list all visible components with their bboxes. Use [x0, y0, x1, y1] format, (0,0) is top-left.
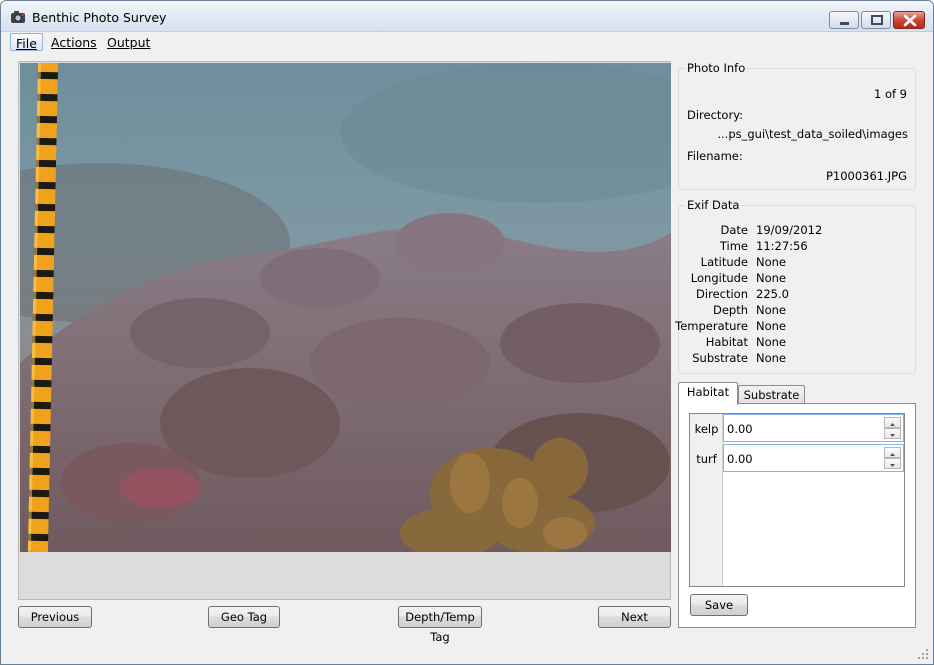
exif-label: Longitude	[690, 271, 748, 285]
minimize-button[interactable]	[829, 11, 859, 29]
photo-viewer	[18, 61, 671, 600]
habitat-panel: kelp 0.00 turf 0.00 Save	[678, 403, 916, 628]
save-button[interactable]: Save	[690, 594, 748, 616]
exif-value: None	[756, 335, 787, 349]
kelp-stepper[interactable]	[884, 417, 901, 439]
exif-label: Latitude	[700, 255, 748, 269]
menu-actions-label: Actions	[51, 35, 97, 50]
resize-grip-icon[interactable]	[917, 648, 929, 660]
exif-label: Habitat	[705, 335, 748, 349]
exif-value: 19/09/2012	[756, 223, 823, 237]
exif-value: 11:27:56	[756, 239, 808, 253]
maximize-icon	[871, 15, 883, 25]
exif-value: None	[756, 303, 787, 317]
turf-value: 0.00	[727, 452, 753, 466]
previous-button[interactable]: Previous	[18, 606, 92, 628]
survey-photo[interactable]	[20, 63, 671, 552]
exif-label: Temperature	[675, 319, 748, 333]
habitat-table: kelp 0.00 turf 0.00	[689, 413, 905, 587]
geo-tag-button[interactable]: Geo Tag	[208, 606, 280, 628]
directory-label: Directory:	[687, 108, 744, 122]
tab-habitat[interactable]: Habitat	[678, 382, 738, 405]
turf-spinbox[interactable]: 0.00	[723, 444, 904, 472]
exif-value: None	[756, 271, 787, 285]
chevron-down-icon	[890, 464, 895, 467]
kelp-spinbox[interactable]: 0.00	[723, 414, 904, 442]
turf-down-button[interactable]	[884, 458, 901, 469]
directory-value: ...ps_gui\test_data_soiled\images	[717, 127, 908, 141]
close-button[interactable]	[893, 11, 925, 29]
chevron-down-icon	[890, 434, 895, 437]
menu-output[interactable]: Output	[102, 33, 155, 51]
photo-counter: 1 of 9	[873, 87, 907, 101]
kelp-down-button[interactable]	[884, 428, 901, 439]
exif-label: Date	[720, 223, 749, 237]
menu-bar: File Actions Output	[1, 32, 933, 52]
turf-up-button[interactable]	[884, 447, 901, 458]
app-camera-icon	[11, 11, 25, 23]
exif-data-title: Exif Data	[685, 198, 742, 212]
turf-stepper[interactable]	[884, 447, 901, 469]
menu-actions[interactable]: Actions	[46, 33, 102, 51]
tab-substrate[interactable]: Substrate	[738, 385, 805, 405]
window-title: Benthic Photo Survey	[32, 10, 167, 25]
next-button[interactable]: Next	[598, 606, 671, 628]
kelp-up-button[interactable]	[884, 417, 901, 428]
menu-file-label: File	[16, 36, 37, 51]
app-window: Benthic Photo Survey File Actions Output	[0, 0, 934, 665]
minimize-icon	[840, 22, 849, 25]
exif-label: Substrate	[692, 351, 748, 365]
close-icon	[903, 14, 917, 27]
exif-value: None	[756, 319, 787, 333]
menu-file[interactable]: File	[10, 33, 43, 51]
maximize-button[interactable]	[861, 11, 891, 29]
exif-label: Direction	[696, 287, 748, 301]
exif-value: None	[756, 351, 787, 365]
row-label-turf: turf	[696, 452, 717, 466]
depth-temp-tag-button[interactable]: Depth/Temp Tag	[398, 606, 482, 644]
exif-value: 225.0	[756, 287, 789, 301]
filename-value: P1000361.JPG	[825, 169, 907, 183]
photo-info-title: Photo Info	[685, 61, 748, 75]
photo-info-group: Photo Info 1 of 9 Directory: ...ps_gui\t…	[678, 61, 916, 190]
exif-label: Time	[719, 239, 748, 253]
title-bar[interactable]: Benthic Photo Survey	[1, 1, 933, 32]
filename-label: Filename:	[687, 149, 743, 163]
kelp-value: 0.00	[727, 422, 753, 436]
row-label-kelp: kelp	[694, 422, 719, 436]
exif-data-group: Exif Data Date 19/09/2012 Time 11:27:56 …	[675, 198, 916, 374]
menu-output-label: Output	[107, 35, 151, 50]
exif-label: Depth	[712, 303, 748, 317]
exif-value: None	[756, 255, 787, 269]
